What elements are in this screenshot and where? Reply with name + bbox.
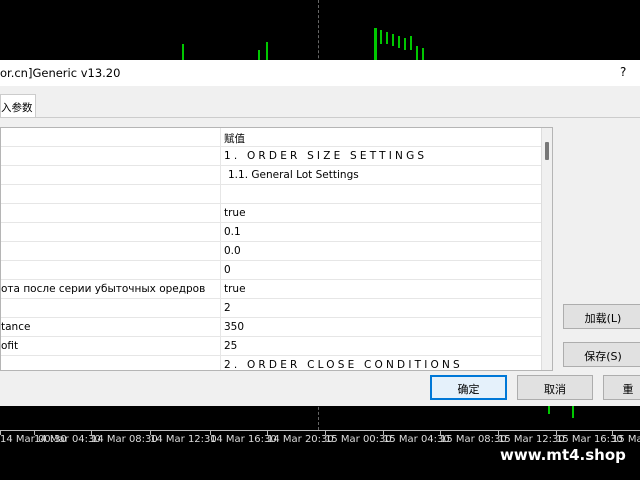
candle: [404, 38, 406, 50]
time-axis: 14 Mar 00:30 14 Mar 04:30 14 Mar 08:30 1…: [0, 430, 640, 446]
time-label: 14 Mar 20:30: [267, 434, 334, 445]
table-row[interactable]: 2. ORDER CLOSE CONDITIONS: [1, 356, 541, 370]
time-label: 15 Mar 00:30: [325, 434, 392, 445]
ea-properties-dialog: or.cn]Generic v13.20 ? 入参数 赋值 1. ORDER S…: [0, 60, 640, 406]
candle: [258, 50, 260, 60]
param-value[interactable]: true: [223, 280, 541, 299]
candle: [548, 406, 550, 414]
param-value[interactable]: 2. ORDER CLOSE CONDITIONS: [223, 356, 541, 370]
help-button[interactable]: ?: [620, 65, 626, 79]
candle: [572, 404, 574, 418]
time-label: 14 Mar 12:30: [150, 434, 217, 445]
inputs-grid: 赋值 1. ORDER SIZE SETTINGS 1.1. General L…: [0, 127, 553, 371]
param-value[interactable]: 25: [223, 337, 541, 356]
dialog-title: or.cn]Generic v13.20: [0, 66, 121, 80]
param-name: tance: [1, 318, 221, 337]
candle: [392, 34, 394, 46]
watermark: www.mt4.shop: [500, 446, 626, 464]
table-row[interactable]: tance 350: [1, 318, 541, 337]
table-row[interactable]: ота после серии убыточных оредров true: [1, 280, 541, 299]
candle: [266, 42, 268, 60]
candle: [374, 28, 377, 60]
param-name: [1, 147, 221, 166]
time-label: 15 Mar 20:30: [612, 434, 640, 445]
param-value[interactable]: 0.0: [223, 242, 541, 261]
table-row[interactable]: [1, 185, 541, 204]
time-label: 15 Mar 08:30: [440, 434, 507, 445]
table-row[interactable]: 1. ORDER SIZE SETTINGS: [1, 147, 541, 166]
candle: [380, 30, 382, 44]
param-value[interactable]: 1. ORDER SIZE SETTINGS: [223, 147, 541, 166]
candle: [422, 48, 424, 60]
param-name: ота после серии убыточных оредров: [1, 280, 221, 299]
param-value[interactable]: 0.1: [223, 223, 541, 242]
param-value[interactable]: 350: [223, 318, 541, 337]
table-row[interactable]: ofit 25: [1, 337, 541, 356]
param-value[interactable]: [223, 185, 541, 204]
reset-button[interactable]: 重: [603, 375, 640, 400]
table-row[interactable]: 0: [1, 261, 541, 280]
candle: [398, 36, 400, 48]
tab-inputs[interactable]: 入参数: [0, 94, 36, 118]
param-value[interactable]: 0: [223, 261, 541, 280]
table-row[interactable]: 2: [1, 299, 541, 318]
table-row[interactable]: 0.0: [1, 242, 541, 261]
param-name: [1, 166, 221, 185]
time-label: 15 Mar 12:30: [498, 434, 565, 445]
param-name: [1, 261, 221, 280]
candle: [182, 44, 184, 60]
ok-button[interactable]: 确定: [430, 375, 507, 400]
candle: [410, 36, 412, 50]
param-name: [1, 204, 221, 223]
tab-divider: [0, 117, 640, 118]
cancel-button[interactable]: 取消: [517, 375, 593, 400]
table-row[interactable]: 0.1: [1, 223, 541, 242]
param-value[interactable]: 1.1. General Lot Settings: [223, 166, 541, 185]
param-name: [1, 356, 221, 370]
load-button[interactable]: 加载(L): [563, 304, 640, 329]
param-name: [1, 299, 221, 318]
scrollbar-thumb[interactable]: [545, 142, 549, 160]
table-row[interactable]: 1.1. General Lot Settings: [1, 166, 541, 185]
dialog-titlebar[interactable]: or.cn]Generic v13.20 ?: [0, 60, 640, 86]
candle: [386, 32, 388, 44]
header-name-cell: [1, 128, 221, 147]
candle: [416, 46, 418, 60]
screen: 14 Mar 00:30 14 Mar 04:30 14 Mar 08:30 1…: [0, 0, 640, 480]
param-name: [1, 242, 221, 261]
save-button[interactable]: 保存(S): [563, 342, 640, 367]
grid-scrollbar[interactable]: [541, 128, 552, 370]
param-value[interactable]: true: [223, 204, 541, 223]
param-name: [1, 185, 221, 204]
header-value-cell: 赋值: [224, 133, 245, 145]
param-name: ofit: [1, 337, 221, 356]
table-row[interactable]: true: [1, 204, 541, 223]
grid-header-row: 赋值: [1, 128, 541, 147]
param-name: [1, 223, 221, 242]
param-value[interactable]: 2: [223, 299, 541, 318]
time-label: 14 Mar 08:30: [91, 434, 158, 445]
